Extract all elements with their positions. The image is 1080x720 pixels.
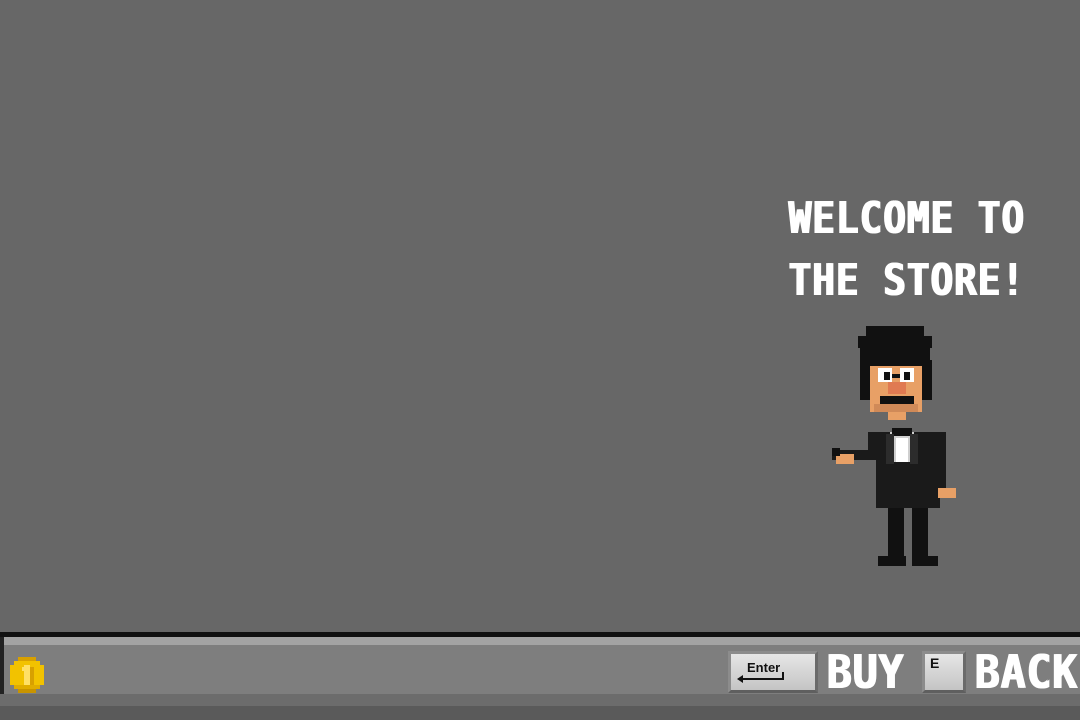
bar-top-highlight xyxy=(4,637,1080,645)
e-key-label: E xyxy=(930,655,940,671)
enter-arrow-icon xyxy=(737,672,784,683)
e-key-button[interactable]: E xyxy=(922,651,966,693)
welcome-line-1: WELCOME TO xyxy=(787,193,1025,244)
welcome-line-2: THE STORE! xyxy=(787,255,1025,306)
shopkeeper-sprite xyxy=(830,322,958,570)
buy-action-label[interactable]: BUY xyxy=(826,644,903,700)
welcome-message: WELCOME TO THE STORE! xyxy=(780,188,1031,312)
gold-coin-icon xyxy=(10,657,44,693)
enter-key-button[interactable]: Enter xyxy=(728,651,818,693)
bar-bottom-line xyxy=(0,706,1080,720)
back-action-label[interactable]: BACK xyxy=(974,644,1077,700)
bottom-hud-bar: Enter BUY E BACK xyxy=(0,632,1080,720)
store-screen: WELCOME TO THE STORE! Enter BUY E BACK xyxy=(0,0,1080,720)
